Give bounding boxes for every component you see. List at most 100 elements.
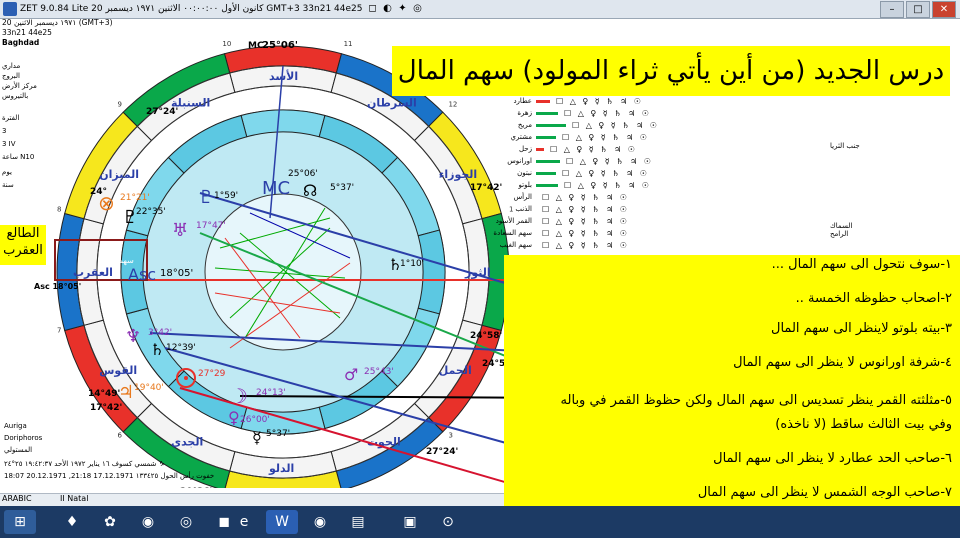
- table-row: سهم الغيب ☐ △ ♀ ☿ ♄ ♃ ☉: [490, 240, 629, 250]
- sidebar-row: 3: [2, 127, 7, 135]
- lot-fortune-icon: ⊗: [98, 191, 115, 215]
- dignity-symbols: ☐ △ ♀ ☿ ♄ ♃ ☉: [564, 180, 651, 190]
- sign-label: الميزان: [99, 168, 139, 181]
- maximize-button[interactable]: □: [906, 1, 930, 18]
- table-row: القمر الأسود ☐ △ ♀ ☿ ♄ ♃ ☉: [490, 216, 629, 226]
- lesson-item: ١-سوف نتحول الى سهم المال ...: [771, 257, 952, 272]
- status-lang: ARABIC: [2, 494, 32, 503]
- planet-name: سهم الغيب: [499, 241, 532, 249]
- cusp-label: 17°42': [90, 403, 122, 413]
- ascendant-sign-label: الطالع العقرب: [0, 225, 46, 265]
- taskbar-app-icon[interactable]: ⊙: [432, 510, 464, 534]
- close-button[interactable]: ✕: [932, 1, 956, 18]
- table-row: سهم السعادة ☐ △ ♀ ☿ ♄ ♃ ☉: [490, 228, 629, 238]
- neptune-icon: ♆: [125, 326, 141, 347]
- planet-name: اورانوس: [507, 157, 532, 165]
- dignity-symbols: ☐ △ ♀ ☿ ♄ ♃ ☉: [562, 168, 649, 178]
- table-row: اورانوس ☐ △ ♀ ☿ ♄ ♃ ☉: [490, 156, 653, 166]
- table-row: عطارد ☐ △ ♀ ☿ ♄ ♃ ☉: [490, 96, 643, 106]
- firefox-icon[interactable]: ◉: [132, 510, 164, 534]
- table-row: زحل ☐ △ ♀ ☿ ♄ ♃ ☉: [490, 144, 637, 154]
- planet-table: عطارد ☐ △ ♀ ☿ ♄ ♃ ☉ زهرة ☐ △ ♀ ☿ ♄ ♃ ☉ مريخ ☐…: [490, 96, 870, 256]
- jupiter-icon: ♃: [118, 382, 134, 403]
- aux-line-2: العقرب: [3, 243, 43, 258]
- planet-degree-label: 5°37': [330, 183, 354, 193]
- planet-degree-label: 12°39': [166, 343, 196, 353]
- strength-bar: [536, 99, 550, 103]
- sign-label: الحمل: [439, 364, 472, 377]
- planet-name: مشتري: [510, 133, 532, 141]
- sidebar-label: البروج: [2, 72, 20, 80]
- taskbar-app-icon[interactable]: ✿: [94, 510, 126, 534]
- planet-name: بلوتو: [518, 181, 532, 189]
- side-label: جنب الثريا: [830, 142, 860, 150]
- start-button[interactable]: ⊞: [4, 510, 36, 534]
- planet-name: الرأس: [513, 193, 532, 201]
- mercury-icon: ☿: [252, 428, 262, 447]
- title-bar: ZET 9.0.84 Lite 20 كانون الأول ٠٠:٠٠:٠٠ …: [0, 0, 960, 19]
- planet-degree-label: 17°47': [196, 221, 226, 231]
- sign-label: الجدي: [171, 436, 203, 449]
- strength-bar: [536, 123, 566, 127]
- lesson-item: وفي بيت الثالث ساقط (لا ناخذه): [775, 417, 952, 432]
- folder-icon[interactable]: ▤: [342, 510, 374, 534]
- return-line: خفوت رأس الحول ١٣٣٤٢٥ 17.12.1971 21:18, …: [4, 472, 215, 480]
- toolbar-icon[interactable]: ◐: [382, 3, 394, 15]
- strength-bar: [536, 159, 560, 163]
- table-row: مشتري ☐ △ ♀ ☿ ♄ ♃ ☉: [490, 132, 649, 142]
- planet-degree-label: 1°10': [400, 259, 424, 269]
- planet-name: زهرة: [517, 109, 532, 117]
- lesson-item: ٦-صاحب الحد عطارد لا ينظر الى سهم المال: [713, 451, 952, 466]
- node-icon: ☊: [303, 181, 317, 200]
- strength-bar: [536, 183, 558, 187]
- taskbar-app-icon[interactable]: ▣: [394, 510, 426, 534]
- strength-bar: [536, 111, 558, 115]
- house-number: 3: [448, 431, 452, 439]
- sign-label: الجوزاء: [439, 168, 477, 181]
- cusp-label: 24°5: [482, 359, 505, 369]
- sign-label: القوس: [99, 364, 137, 377]
- minimize-button[interactable]: –: [880, 1, 904, 18]
- date-line: 20 ١٩٧١ ديسمبر الاثنين (GMT+3) 33n21 44e…: [2, 18, 113, 37]
- house-number: 11: [344, 40, 353, 48]
- ie-icon[interactable]: e: [228, 510, 260, 534]
- table-row: مريخ ☐ △ ♀ ☿ ♄ ♃ ☉: [490, 120, 659, 130]
- table-row: زهرة ☐ △ ♀ ☿ ♄ ♃ ☉: [490, 108, 651, 118]
- chrome-icon[interactable]: ◎: [170, 510, 202, 534]
- dignity-symbols: ☐ △ ♀ ☿ ♄ ♃ ☉: [542, 228, 629, 238]
- venus-icon: ♀: [228, 408, 240, 427]
- table-row: بلوتو ☐ △ ♀ ☿ ♄ ♃ ☉: [490, 180, 651, 190]
- star-label: المستولي: [4, 446, 33, 454]
- dignity-symbols: ☐ △ ♀ ☿ ♄ ♃ ☉: [542, 192, 629, 202]
- star-label: Auriga: [4, 422, 27, 430]
- window-controls: – □ ✕: [878, 1, 956, 18]
- table-row: الرأس ☐ △ ♀ ☿ ♄ ♃ ☉: [490, 192, 629, 202]
- sign-label: الأسد: [269, 69, 298, 83]
- asc-glyph: Asc: [128, 265, 156, 284]
- house-number: 6: [118, 431, 123, 439]
- lesson-title-banner: درس الجديد (من أين يأتي ثراء المولود) سه…: [392, 46, 950, 96]
- strength-bar: [536, 147, 544, 151]
- toolbar-icon[interactable]: ✦: [397, 3, 409, 15]
- taskbar-app-icon[interactable]: ♦: [56, 510, 88, 534]
- mc-degree: 25°06': [262, 40, 298, 51]
- dignity-symbols: ☐ △ ♀ ☿ ♄ ♃ ☉: [566, 156, 653, 166]
- dignity-symbols: ☐ △ ♀ ☿ ♄ ♃ ☉: [556, 96, 643, 106]
- dignity-symbols: ☐ △ ♀ ☿ ♄ ♃ ☉: [564, 108, 651, 118]
- taskbar-app-icon[interactable]: ◉: [304, 510, 336, 534]
- toolbar-icon[interactable]: ◎: [412, 3, 424, 15]
- saturn-icon: ♄: [150, 340, 164, 359]
- planet-name: الذنب: [515, 205, 532, 213]
- word-icon[interactable]: W: [266, 510, 298, 534]
- sidebar-label: مركز الأرض: [2, 82, 37, 90]
- house-number: 12: [448, 101, 457, 109]
- toolbar-icons: ◻ ◐ ✦ ◎: [367, 3, 427, 15]
- saturn-r-icon: ♄: [388, 255, 402, 274]
- toolbar-icon[interactable]: ◻: [367, 3, 379, 15]
- planet-name: سهم السعادة: [493, 229, 532, 237]
- sidebar-row: ساعة N10: [2, 153, 35, 161]
- planet-degree-label: 26°00': [240, 415, 270, 425]
- mc-glyph: MC: [262, 178, 290, 199]
- cusp-label: 14°49': [88, 389, 120, 399]
- cusp-label: 27°24': [426, 447, 458, 457]
